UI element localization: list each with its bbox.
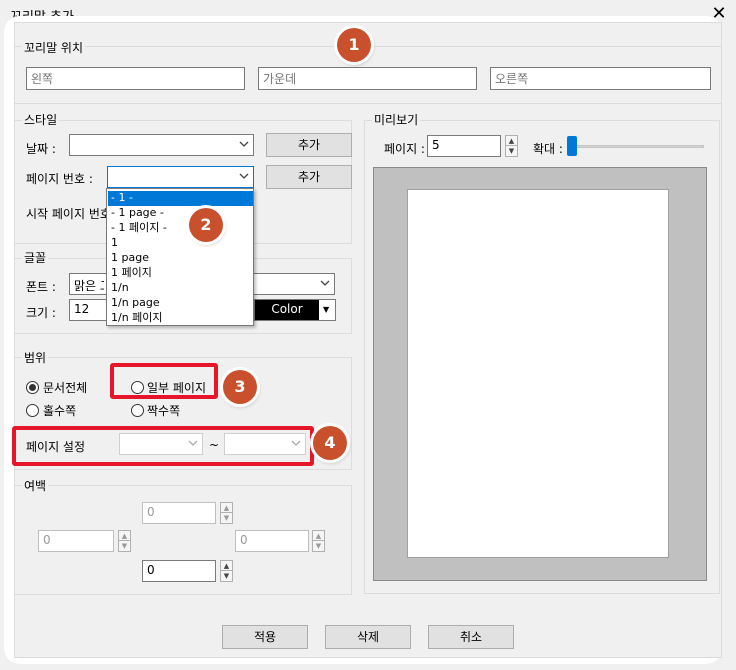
whole-document-radio[interactable] xyxy=(26,381,39,394)
spin-up-icon[interactable]: ▲ xyxy=(119,531,130,541)
preview-page-sheet xyxy=(407,189,669,558)
font-label: 폰트 : xyxy=(26,280,56,294)
page-number-dropdown: - 1 - - 1 page - - 1 페이지 - 1 1 page 1 페이… xyxy=(106,188,254,326)
dropdown-option[interactable]: 1/n 페이지 xyxy=(108,311,253,326)
spin-down-icon[interactable]: ▼ xyxy=(221,571,232,581)
cancel-button[interactable]: 취소 xyxy=(428,625,514,649)
preview-page-spinner[interactable]: ▲ ▼ xyxy=(505,135,518,157)
spin-down-icon[interactable]: ▼ xyxy=(313,541,324,551)
font-group-title: 글꼴 xyxy=(22,249,49,266)
date-label: 날짜 : xyxy=(26,142,56,156)
preview-group-title: 미리보기 xyxy=(372,111,421,128)
some-pages-highlight xyxy=(110,363,218,399)
start-page-label: 시작 페이지 번호 xyxy=(26,207,110,221)
callout-badge-4: 4 xyxy=(313,426,347,460)
dropdown-option[interactable]: 1/n page xyxy=(108,296,253,311)
dropdown-option[interactable]: 1 xyxy=(108,236,253,251)
zoom-label: 확대 : xyxy=(533,142,563,156)
dropdown-option[interactable]: 1/n xyxy=(108,281,253,296)
dropdown-option[interactable]: - 1 페이지 - xyxy=(108,221,253,236)
range-group-title: 범위 xyxy=(22,349,49,366)
preview-page-label: 페이지 : xyxy=(384,142,425,156)
size-input[interactable]: 12 xyxy=(69,299,111,321)
style-group-title: 스타일 xyxy=(22,111,60,128)
apply-button[interactable]: 적용 xyxy=(222,625,308,649)
dropdown-option[interactable]: 1 페이지 xyxy=(108,266,253,281)
odd-pages-radio[interactable] xyxy=(26,404,39,417)
spin-down-icon[interactable]: ▼ xyxy=(221,513,232,523)
spin-up-icon[interactable]: ▲ xyxy=(221,503,232,513)
spin-up-icon[interactable]: ▲ xyxy=(221,561,232,571)
zoom-slider-thumb[interactable] xyxy=(567,136,577,156)
chevron-down-icon xyxy=(320,280,330,286)
margin-top-spinner[interactable]: ▲ ▼ xyxy=(220,502,233,524)
spin-up-icon[interactable]: ▲ xyxy=(313,531,324,541)
margin-bottom-input[interactable]: 0 xyxy=(142,560,216,582)
size-label: 크기 : xyxy=(26,306,56,320)
preview-page-input[interactable]: 5 xyxy=(427,135,501,157)
caret-down-icon: ▼ xyxy=(323,305,330,314)
even-pages-label: 짝수쪽 xyxy=(147,404,181,418)
margin-right-spinner[interactable]: ▲ ▼ xyxy=(312,530,325,552)
page-setting-highlight xyxy=(12,426,314,466)
zoom-slider-track[interactable] xyxy=(570,145,704,148)
odd-pages-label: 홀수쪽 xyxy=(43,404,77,418)
chevron-down-icon xyxy=(239,173,249,179)
page-number-combo[interactable] xyxy=(107,166,254,188)
date-combo[interactable] xyxy=(69,134,254,156)
page-number-add-button[interactable]: 추가 xyxy=(266,165,352,189)
position-group-title: 꼬리말 위치 xyxy=(22,39,86,56)
spin-down-icon[interactable]: ▼ xyxy=(506,146,517,156)
whole-document-label: 문서전체 xyxy=(43,381,88,395)
date-add-button[interactable]: 추가 xyxy=(266,133,352,157)
callout-badge-3: 3 xyxy=(223,370,257,404)
color-picker[interactable]: Color ▼ xyxy=(254,299,336,321)
color-swatch: Color xyxy=(255,300,319,320)
right-footer-input[interactable] xyxy=(490,67,711,90)
delete-button[interactable]: 삭제 xyxy=(325,625,411,649)
spin-up-icon[interactable]: ▲ xyxy=(506,136,517,146)
margin-bottom-spinner[interactable]: ▲ ▼ xyxy=(220,560,233,582)
margin-left-spinner[interactable]: ▲ ▼ xyxy=(118,530,131,552)
callout-badge-1: 1 xyxy=(337,28,371,62)
even-pages-radio[interactable] xyxy=(131,404,144,417)
font-value: 맑은 고딕 xyxy=(74,279,104,293)
dropdown-option[interactable]: - 1 page - xyxy=(108,206,253,221)
page-number-label: 페이지 번호 : xyxy=(26,172,93,186)
dropdown-option[interactable]: - 1 - xyxy=(108,191,253,206)
margin-right-input[interactable]: 0 xyxy=(235,530,309,552)
margin-top-input[interactable]: 0 xyxy=(142,502,216,524)
margin-left-input[interactable]: 0 xyxy=(38,530,114,552)
margin-group-title: 여백 xyxy=(22,477,49,494)
callout-badge-2: 2 xyxy=(189,208,223,242)
dropdown-option[interactable]: 1 page xyxy=(108,251,253,266)
chevron-down-icon xyxy=(239,141,249,147)
center-footer-input[interactable] xyxy=(258,67,477,90)
spin-down-icon[interactable]: ▼ xyxy=(119,541,130,551)
left-footer-input[interactable] xyxy=(26,67,245,90)
